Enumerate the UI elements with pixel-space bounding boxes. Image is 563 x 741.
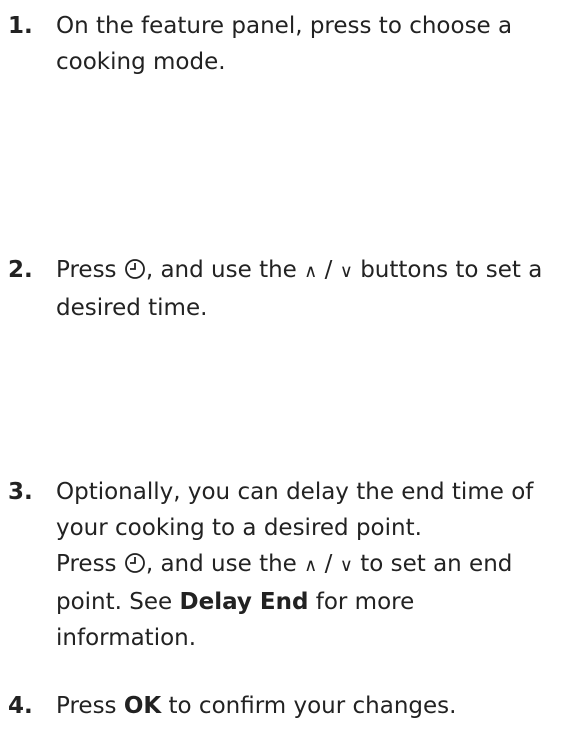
step-4: 4. Press OK to confirm your changes. (8, 688, 556, 724)
step-3-text-c: , and use the (145, 551, 305, 577)
step-2: 2. Press , and use the ∧ / ∨ buttons to … (8, 252, 556, 326)
clock-icon (124, 259, 145, 279)
step-3-text-a: Optionally, you can delay the end time o… (56, 479, 534, 541)
ok-button-label: OK (123, 693, 162, 719)
step-number: 2. (8, 257, 33, 283)
step-4-text-b: to confirm your changes. (161, 693, 457, 719)
step-4-text-a: Press (56, 693, 124, 719)
step-text: On the feature panel, press to choose a … (56, 8, 556, 80)
step-1-text: On the feature panel, press to choose a … (56, 13, 513, 75)
down-arrow-icon: ∨ (339, 555, 353, 576)
step-3-text-b: Press (56, 551, 124, 577)
step-2-text-b: , and use the (145, 257, 305, 283)
step-text: Press , and use the ∧ / ∨ buttons to set… (56, 252, 556, 326)
step-text: Press OK to confirm your changes. (56, 688, 556, 724)
separator: / (317, 551, 340, 577)
step-3: 3. Optionally, you can delay the end tim… (8, 474, 556, 656)
step-2-text-a: Press (56, 257, 124, 283)
step-number: 1. (8, 13, 33, 39)
step-number: 3. (8, 479, 33, 505)
separator: / (317, 257, 340, 283)
step-number: 4. (8, 693, 33, 719)
step-text: Optionally, you can delay the end time o… (56, 474, 556, 656)
up-arrow-icon: ∧ (304, 555, 318, 576)
down-arrow-icon: ∨ (339, 261, 353, 282)
up-arrow-icon: ∧ (304, 261, 318, 282)
clock-icon (124, 553, 145, 573)
delay-end-link[interactable]: Delay End (180, 589, 309, 615)
step-1: 1. On the feature panel, press to choose… (8, 8, 556, 80)
